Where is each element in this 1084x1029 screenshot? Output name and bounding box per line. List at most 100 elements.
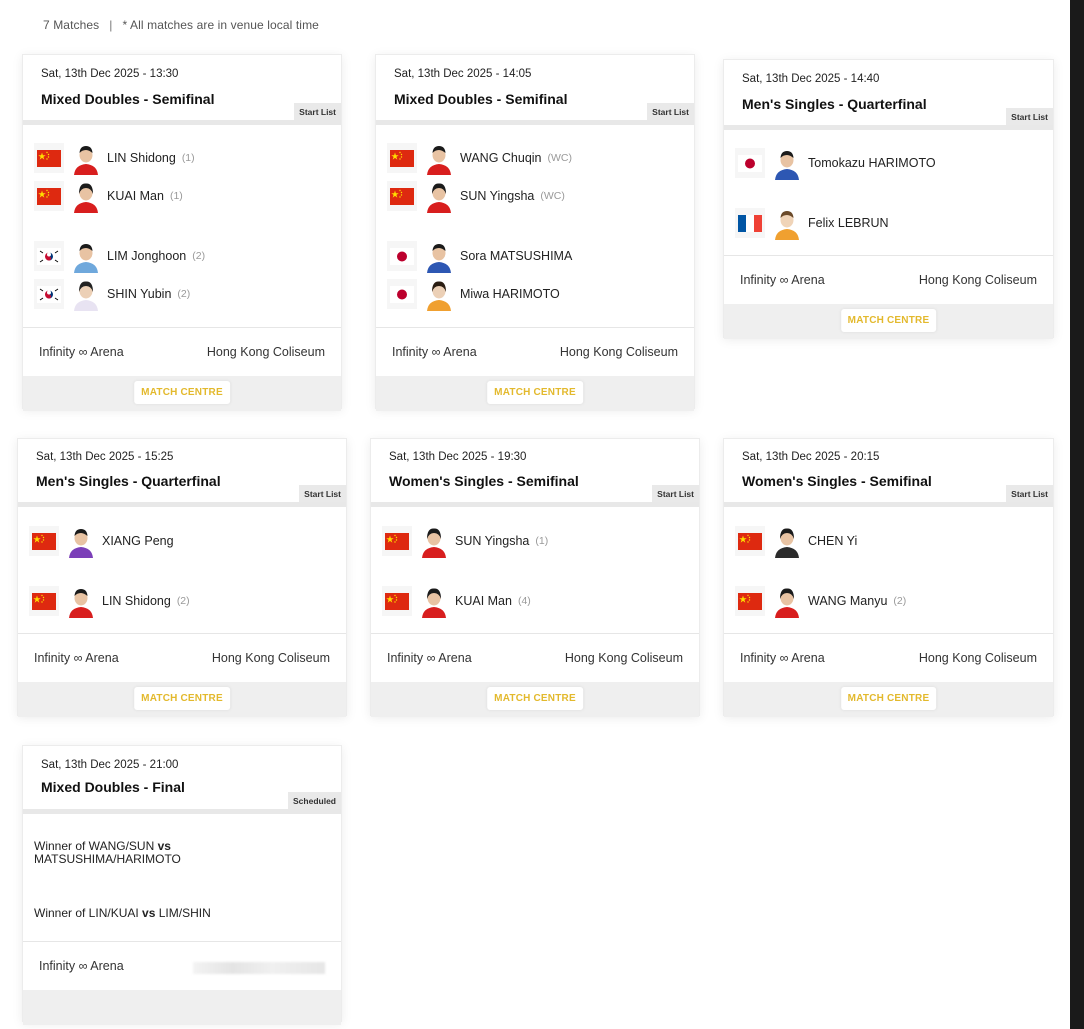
players-list: CHEN Yi WANG Manyu (2) (724, 507, 1053, 634)
start-list-badge[interactable]: Start List (652, 485, 699, 502)
korea-flag-icon (34, 241, 64, 271)
placeholder-row: Winner of WANG/SUN vs MATSUSHIMA/HARIMOT… (34, 840, 181, 866)
player-row[interactable]: LIM Jonghoon (2) (34, 238, 205, 274)
match-title: Women's Singles - Semifinal (389, 473, 579, 489)
match-card[interactable]: Sat, 13th Dec 2025 - 20:15 Women's Singl… (723, 438, 1054, 717)
venue-location: Hong Kong Coliseum (564, 651, 683, 665)
france-flag-icon (735, 208, 765, 238)
player-row[interactable]: Sora MATSUSHIMA (387, 238, 578, 274)
player-row[interactable]: LIN Shidong (1) (34, 140, 195, 176)
venue-row: Infinity ∞ Arena Hong Kong Coliseum (23, 328, 341, 376)
placeholder-opponent: MATSUSHIMA/HARIMOTO (34, 852, 181, 866)
match-datetime: Sat, 13th Dec 2025 - 21:00 (41, 759, 179, 771)
player-avatar (67, 584, 95, 618)
match-centre-button[interactable]: MATCH CENTRE (487, 687, 583, 710)
player-avatar (773, 146, 801, 180)
start-list-badge[interactable]: Start List (299, 485, 346, 502)
player-seed: (2) (893, 595, 907, 607)
china-flag-icon (387, 143, 417, 173)
match-header: Sat, 13th Dec 2025 - 14:40 Men's Singles… (724, 60, 1053, 130)
player-name: Sora MATSUSHIMA (460, 249, 573, 263)
match-title: Men's Singles - Quarterfinal (36, 473, 221, 489)
start-list-badge[interactable]: Start List (294, 103, 341, 120)
match-centre-button[interactable]: MATCH CENTRE (134, 687, 230, 710)
card-footer: MATCH CENTRE (371, 682, 699, 717)
player-avatar (72, 179, 100, 213)
venue-location: Hong Kong Coliseum (918, 651, 1037, 665)
player-avatar (72, 277, 100, 311)
player-row[interactable]: Miwa HARIMOTO (387, 276, 566, 312)
card-footer: MATCH CENTRE (23, 376, 341, 411)
match-card[interactable]: Sat, 13th Dec 2025 - 14:05 Mixed Doubles… (375, 54, 695, 411)
venue-row: Infinity ∞ Arena Hong Kong Coliseum (18, 634, 346, 682)
match-centre-button[interactable]: MATCH CENTRE (134, 381, 230, 404)
players-list: Winner of WANG/SUN vs MATSUSHIMA/HARIMOT… (23, 814, 341, 942)
match-datetime: Sat, 13th Dec 2025 - 19:30 (389, 451, 527, 463)
venue-row: Infinity ∞ Arena Hong Kong Coliseum (724, 634, 1053, 682)
match-centre-button[interactable]: MATCH CENTRE (840, 687, 937, 710)
arena-name: Infinity ∞ Arena (39, 959, 124, 973)
player-row[interactable]: SUN Yingsha (WC) (387, 178, 565, 214)
match-title: Mixed Doubles - Semifinal (394, 91, 568, 107)
player-row[interactable]: KUAI Man (4) (382, 583, 531, 619)
match-title: Mixed Doubles - Final (41, 779, 185, 795)
china-flag-icon (29, 586, 59, 616)
player-row[interactable]: WANG Manyu (2) (735, 583, 906, 619)
vs-label: vs (157, 839, 171, 853)
player-seed: (1) (181, 152, 195, 164)
match-datetime: Sat, 13th Dec 2025 - 13:30 (41, 68, 179, 80)
players-list: LIN Shidong (1) KUAI Man (1) LIM Jonghoo… (23, 125, 341, 328)
player-row[interactable]: KUAI Man (1) (34, 178, 183, 214)
matches-summary: 7 Matches | * All matches are in venue loc… (43, 18, 319, 32)
match-card[interactable]: Sat, 13th Dec 2025 - 14:40 Men's Singles… (723, 59, 1054, 339)
card-footer (23, 990, 341, 1025)
player-name: KUAI Man (455, 594, 512, 608)
match-count: 7 Matches (43, 18, 100, 32)
match-card[interactable]: Sat, 13th Dec 2025 - 21:00 Mixed Doubles… (22, 745, 342, 1025)
player-seed: (2) (192, 250, 206, 262)
match-card[interactable]: Sat, 13th Dec 2025 - 19:30 Women's Singl… (370, 438, 700, 717)
match-title: Mixed Doubles - Semifinal (41, 91, 215, 107)
page-scrollbar[interactable] (1070, 0, 1084, 1029)
placeholder-winner-of: Winner of WANG/SUN (34, 839, 155, 853)
player-name: Felix LEBRUN (808, 216, 889, 230)
player-row[interactable]: WANG Chuqin (WC) (387, 140, 572, 176)
blurred-venue-location (193, 962, 325, 974)
arena-name: Infinity ∞ Arena (740, 273, 825, 287)
player-avatar (773, 206, 801, 240)
player-name: SUN Yingsha (460, 189, 535, 203)
player-seed: (WC) (540, 190, 565, 202)
timezone-note: * All matches are in venue local time (122, 18, 319, 32)
player-row[interactable]: SUN Yingsha (1) (382, 523, 548, 559)
player-row[interactable]: SHIN Yubin (2) (34, 276, 190, 312)
player-avatar (67, 524, 95, 558)
venue-location: Hong Kong Coliseum (559, 345, 678, 359)
separator: | (109, 18, 113, 32)
player-row[interactable]: Tomokazu HARIMOTO (735, 145, 942, 181)
player-name: LIM Jonghoon (107, 249, 187, 263)
players-list: WANG Chuqin (WC) SUN Yingsha (WC) Sora M… (376, 125, 694, 328)
player-name: XIANG Peng (102, 534, 174, 548)
match-card[interactable]: Sat, 13th Dec 2025 - 13:30 Mixed Doubles… (22, 54, 342, 411)
player-row[interactable]: XIANG Peng (29, 523, 180, 559)
player-row[interactable]: Felix LEBRUN (735, 205, 895, 241)
japan-flag-icon (735, 148, 765, 178)
match-datetime: Sat, 13th Dec 2025 - 14:40 (742, 73, 880, 85)
china-flag-icon (387, 181, 417, 211)
player-name: SUN Yingsha (455, 534, 530, 548)
player-avatar (420, 584, 448, 618)
match-title: Men's Singles - Quarterfinal (742, 96, 927, 112)
player-row[interactable]: CHEN Yi (735, 523, 863, 559)
start-list-badge[interactable]: Start List (1006, 108, 1053, 125)
start-list-badge[interactable]: Start List (647, 103, 694, 120)
players-list: Tomokazu HARIMOTO Felix LEBRUN (724, 130, 1053, 256)
china-flag-icon (29, 526, 59, 556)
start-list-badge[interactable]: Start List (1006, 485, 1053, 502)
match-centre-button[interactable]: MATCH CENTRE (840, 309, 937, 332)
match-card[interactable]: Sat, 13th Dec 2025 - 15:25 Men's Singles… (17, 438, 347, 717)
match-centre-button[interactable]: MATCH CENTRE (487, 381, 583, 404)
card-footer: MATCH CENTRE (724, 682, 1053, 717)
player-avatar (425, 141, 453, 175)
player-name: LIN Shidong (102, 594, 171, 608)
player-row[interactable]: LIN Shidong (2) (29, 583, 190, 619)
